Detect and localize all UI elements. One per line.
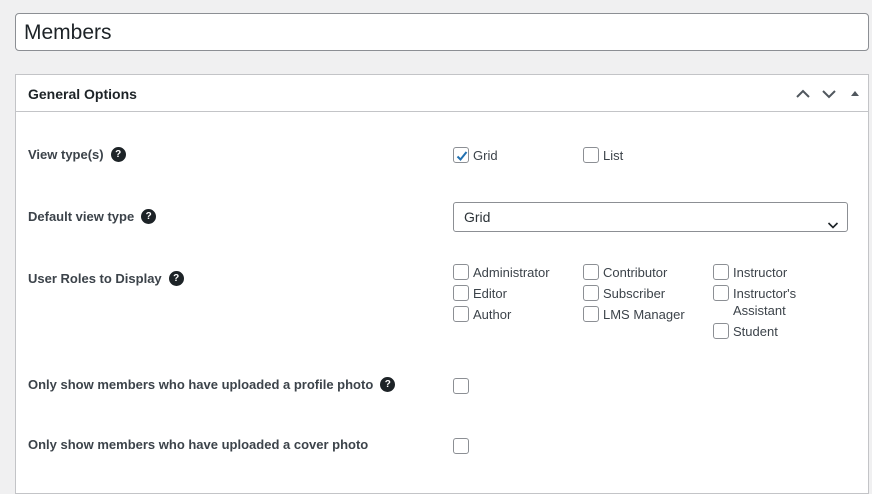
profile-photo-label: Only show members who have uploaded a pr…	[28, 377, 396, 392]
role-instructor-checkbox[interactable]: Instructor	[713, 264, 787, 281]
panel-title: General Options	[28, 86, 137, 102]
checkbox-box[interactable]	[713, 323, 729, 339]
checkbox-box[interactable]	[583, 264, 599, 280]
help-icon[interactable]: ?	[380, 377, 396, 392]
default-view-type-label: Default view type ?	[28, 209, 157, 224]
checkbox-box[interactable]	[583, 306, 599, 322]
cover-photo-label: Only show members who have uploaded a co…	[28, 437, 369, 452]
checkbox-box[interactable]	[713, 285, 729, 301]
chevron-down-icon	[827, 212, 839, 240]
role-instructors-assistant-checkbox[interactable]: Instructor's Assistant	[713, 285, 813, 319]
help-icon[interactable]: ?	[141, 209, 157, 224]
role-subscriber-checkbox[interactable]: Subscriber	[583, 285, 665, 302]
triangle-up-icon[interactable]	[845, 84, 865, 104]
view-type-grid-checkbox[interactable]: Grid	[453, 147, 498, 164]
role-student-checkbox[interactable]: Student	[713, 323, 778, 340]
role-lms-manager-checkbox[interactable]: LMS Manager	[583, 306, 685, 323]
profile-photo-checkbox[interactable]	[453, 378, 469, 394]
title-input[interactable]: Members	[15, 13, 869, 51]
role-author-checkbox[interactable]: Author	[453, 306, 511, 323]
checkbox-box[interactable]	[453, 285, 469, 301]
role-administrator-checkbox[interactable]: Administrator	[453, 264, 550, 281]
role-editor-checkbox[interactable]: Editor	[453, 285, 507, 302]
cover-photo-checkbox[interactable]	[453, 438, 469, 454]
chevron-down-icon[interactable]	[819, 84, 839, 104]
checkbox-box[interactable]	[453, 306, 469, 322]
panel-header: General Options	[16, 75, 868, 112]
view-types-label: View type(s) ?	[28, 147, 126, 162]
view-type-list-checkbox[interactable]: List	[583, 147, 623, 164]
checkbox-box[interactable]	[583, 285, 599, 301]
default-view-type-select[interactable]: Grid	[453, 202, 848, 232]
general-options-panel: General Options View type(s) ? Grid List…	[15, 74, 869, 494]
chevron-up-icon[interactable]	[793, 84, 813, 104]
user-roles-label: User Roles to Display ?	[28, 271, 184, 286]
checkbox-box[interactable]	[453, 147, 469, 163]
checkbox-box[interactable]	[453, 264, 469, 280]
checkbox-box[interactable]	[713, 264, 729, 280]
help-icon[interactable]: ?	[110, 147, 126, 162]
checkbox-box[interactable]	[453, 378, 469, 394]
checkbox-box[interactable]	[453, 438, 469, 454]
help-icon[interactable]: ?	[168, 271, 184, 286]
checkbox-box[interactable]	[583, 147, 599, 163]
role-contributor-checkbox[interactable]: Contributor	[583, 264, 667, 281]
